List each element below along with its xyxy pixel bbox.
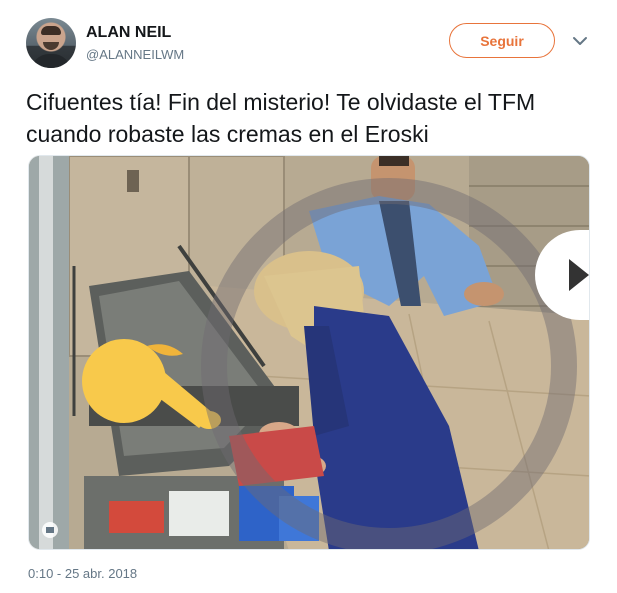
- play-button[interactable]: [535, 230, 589, 320]
- avatar-body: [31, 54, 71, 68]
- tweet-text: Cifuentes tía! Fin del misterio! Te olvi…: [26, 89, 536, 147]
- avatar-beard: [43, 42, 59, 50]
- tweet-header: ALAN NEIL @ALANNEILWM Seguir: [26, 18, 596, 70]
- video-media[interactable]: [28, 155, 590, 550]
- follow-button[interactable]: Seguir: [449, 23, 555, 58]
- tweet-timestamp[interactable]: 0:10 - 25 abr. 2018: [28, 566, 137, 581]
- author-name[interactable]: ALAN NEIL: [86, 24, 171, 42]
- chevron-down-icon[interactable]: [571, 32, 589, 50]
- avatar-hair: [41, 26, 61, 35]
- video-frame: [29, 156, 589, 549]
- avatar[interactable]: [26, 18, 76, 68]
- author-handle[interactable]: @ALANNEILWM: [86, 47, 184, 62]
